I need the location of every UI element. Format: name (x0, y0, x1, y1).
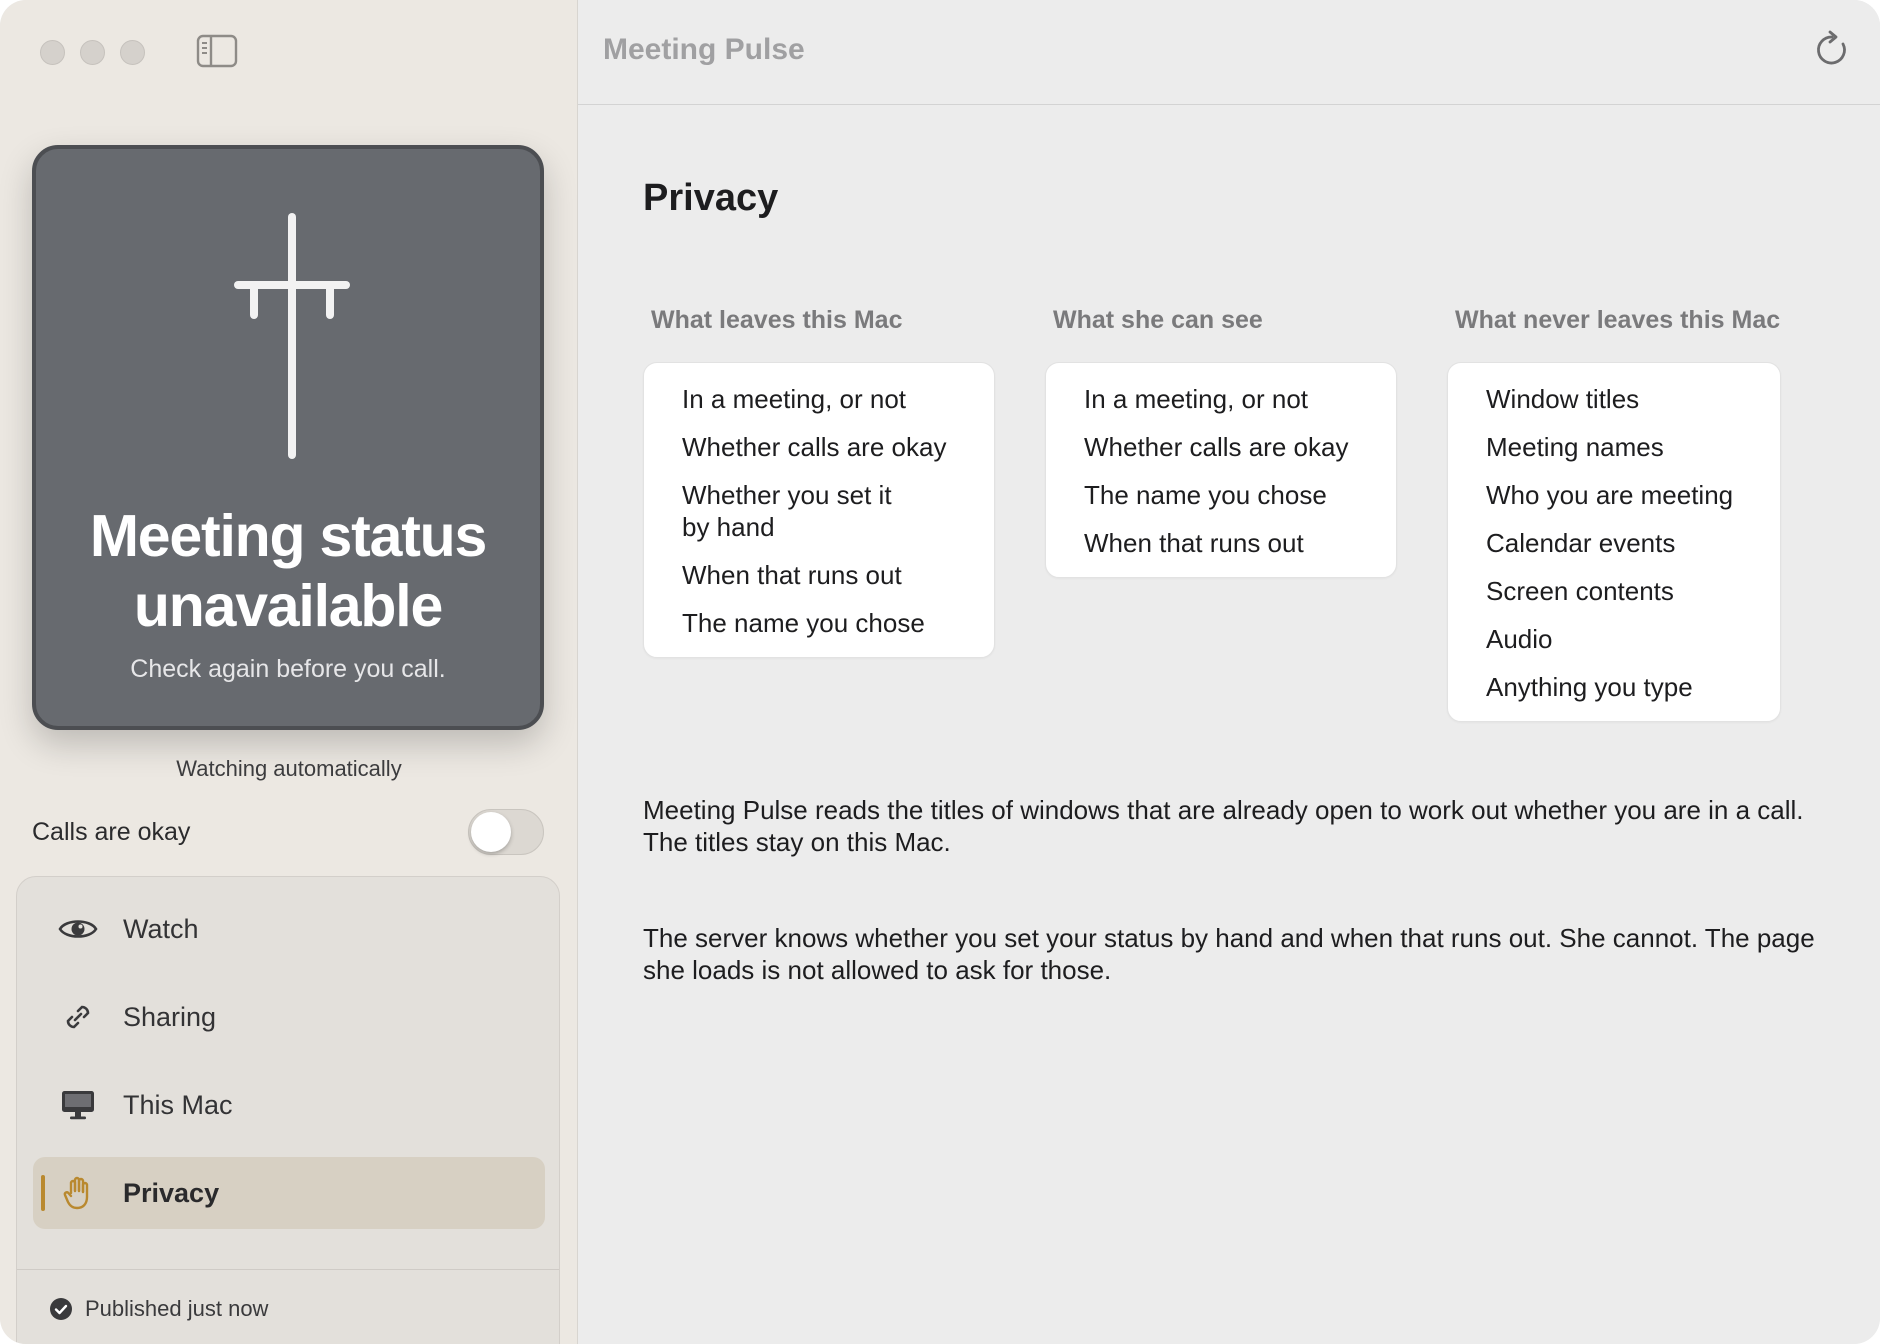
sidebar-item-this-mac[interactable]: This Mac (33, 1069, 545, 1141)
publish-status-label: Published just now (85, 1295, 269, 1321)
main-content: Meeting Pulse Privacy What leaves this M… (578, 0, 1880, 1344)
calls-okay-toggle[interactable] (468, 809, 544, 855)
zoom-window-button[interactable] (120, 40, 145, 65)
hand-icon (57, 1172, 99, 1214)
column-heading-she-can-see: What she can see (1053, 306, 1263, 334)
sidebar-item-label: This Mac (123, 1089, 233, 1120)
list-item: Calendar events (1486, 528, 1676, 558)
sidebar-item-label: Sharing (123, 1001, 217, 1032)
list-item: The name you chose (682, 608, 925, 638)
column-heading-never-leaves: What never leaves this Mac (1455, 306, 1781, 334)
status-title: Meeting status unavailable (89, 503, 487, 639)
status-glyph-icon (234, 213, 350, 459)
list-item: When that runs out (1084, 528, 1304, 558)
list-item: Window titles (1486, 384, 1640, 414)
list-item: Audio (1486, 624, 1553, 654)
sidebar-item-label: Privacy (123, 1177, 220, 1208)
eye-icon (57, 908, 99, 950)
card-she-can-see: In a meeting, or not Whether calls are o… (1045, 362, 1397, 578)
list-item: Whether calls are okay (1084, 432, 1349, 462)
display-icon (57, 1084, 99, 1126)
refresh-icon[interactable] (1812, 30, 1852, 70)
list-item: Who you are meeting (1486, 480, 1734, 510)
app-window: Meeting status unavailable Check again b… (0, 0, 1880, 1344)
page-title: Privacy (643, 177, 779, 219)
window-title: Meeting Pulse (603, 33, 805, 66)
privacy-explanation-titles: Meeting Pulse reads the titles of window… (643, 795, 1804, 857)
sidebar-nav: Watch Sharing This Mac Privacy Published… (16, 876, 560, 1344)
minimize-window-button[interactable] (80, 40, 105, 65)
sidebar-item-label: Watch (123, 913, 199, 944)
calls-okay-row: Calls are okay (32, 808, 544, 856)
calls-okay-label: Calls are okay (32, 817, 191, 846)
card-never-leaves-this-mac: Window titles Meeting names Who you are … (1447, 362, 1781, 722)
sidebar-toggle-icon[interactable] (196, 34, 238, 68)
list-item: Whether calls are okay (682, 432, 947, 462)
list-item: Meeting names (1486, 432, 1664, 462)
meeting-status-card: Meeting status unavailable Check again b… (32, 145, 544, 730)
status-subtitle: Check again before you call. (130, 655, 446, 683)
window-controls (40, 40, 145, 65)
list-item: The name you chose (1084, 480, 1327, 510)
close-window-button[interactable] (40, 40, 65, 65)
active-indicator (41, 1175, 45, 1211)
list-item: Screen contents (1486, 576, 1674, 606)
checkmark-circle-icon (50, 1297, 72, 1320)
card-leaves-this-mac: In a meeting, or not Whether calls are o… (643, 362, 995, 658)
list-item: Whether you set it by hand (682, 480, 892, 542)
column-heading-leaves: What leaves this Mac (651, 306, 903, 334)
list-item: In a meeting, or not (682, 384, 907, 414)
privacy-explanation-server: The server knows whether you set your st… (643, 923, 1815, 985)
sidebar: Meeting status unavailable Check again b… (0, 0, 578, 1344)
sidebar-item-sharing[interactable]: Sharing (33, 981, 545, 1053)
list-item: Anything you type (1486, 672, 1693, 702)
watching-label: Watching automatically (176, 756, 402, 781)
publish-status: Published just now (17, 1269, 559, 1344)
link-icon (57, 996, 99, 1038)
list-item: In a meeting, or not (1084, 384, 1309, 414)
toggle-knob (471, 812, 511, 852)
list-item: When that runs out (682, 560, 902, 590)
sidebar-item-watch[interactable]: Watch (33, 893, 545, 965)
sidebar-item-privacy[interactable]: Privacy (33, 1157, 545, 1229)
toolbar: Meeting Pulse (578, 0, 1880, 105)
